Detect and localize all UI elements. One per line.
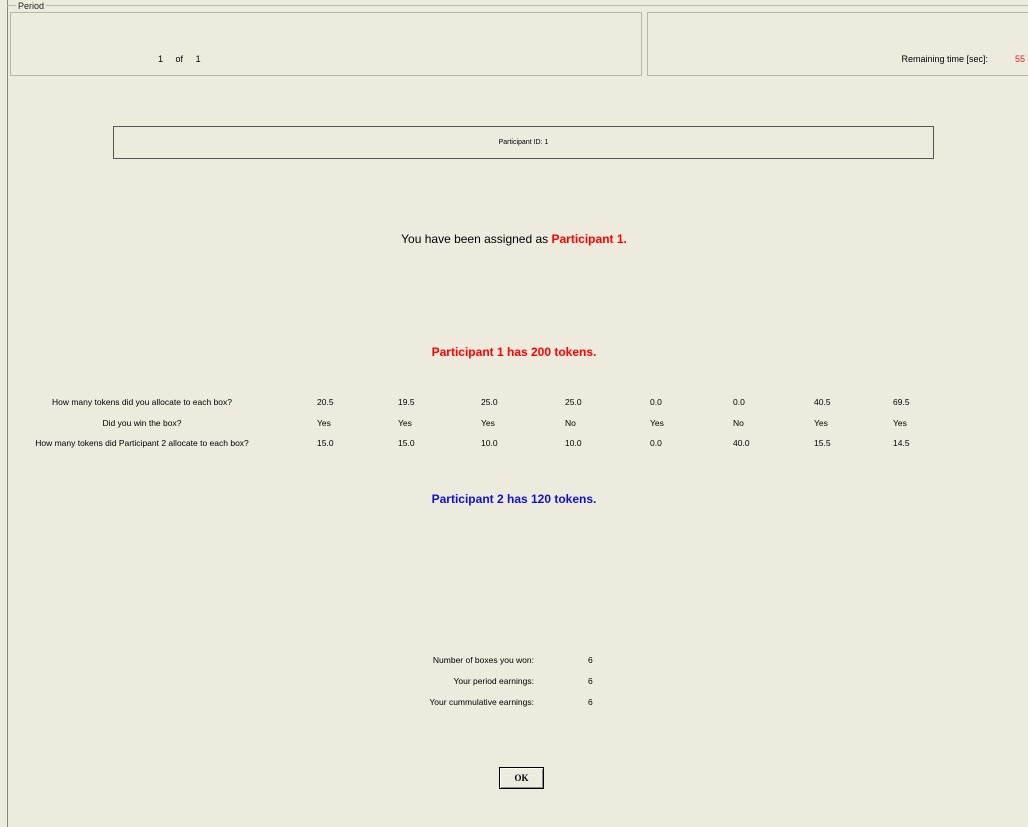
table-cell: 0.0 (650, 397, 662, 407)
table-cell: 0.0 (733, 397, 745, 407)
table-cell: Yes (814, 418, 828, 428)
table-cell: Yes (481, 418, 495, 428)
ok-button[interactable]: OK (499, 767, 544, 789)
table-cell: No (565, 418, 576, 428)
participant1-tokens: Participant 1 has 200 tokens. (431, 345, 597, 359)
window-left-border (7, 0, 8, 827)
assignment-message: You have been assigned as Participant 1. (0, 232, 1028, 246)
table-cell: No (733, 418, 744, 428)
table-row-label: How many tokens did you allocate to each… (51, 397, 233, 407)
remaining-time-label: Remaining time [sec]: (901, 54, 988, 64)
period-total: 1 (195, 54, 201, 64)
table-cell: 15.5 (814, 438, 831, 448)
table-cell: Yes (398, 418, 412, 428)
window-top-border (7, 5, 1028, 6)
table-cell: 25.0 (565, 397, 582, 407)
table-cell: Yes (893, 418, 907, 428)
summary-label: Number of boxes you won: (432, 655, 534, 665)
table-cell: 40.5 (814, 397, 831, 407)
period-of: of (175, 54, 184, 64)
table-row-label: How many tokens did Participant 2 alloca… (35, 438, 249, 448)
assignment-prefix: You have been assigned as (401, 232, 552, 246)
table-cell: 20.5 (317, 397, 334, 407)
table-cell: 10.0 (565, 438, 582, 448)
table-cell: Yes (650, 418, 664, 428)
summary-label: Your period earnings: (453, 676, 535, 686)
summary-value: 6 (588, 697, 593, 707)
table-cell: 69.5 (893, 397, 910, 407)
table-cell: 25.0 (481, 397, 498, 407)
assignment-role: Participant 1. (551, 232, 627, 246)
remaining-time-value: 55 (1014, 54, 1025, 64)
timer-panel: Remaining time [sec]: 55 (647, 12, 1028, 76)
period-legend: Period (16, 1, 47, 11)
table-row-label: Did you win the box? (102, 418, 182, 428)
period-panel: 1 of 1 (10, 12, 642, 76)
summary-value: 6 (588, 655, 593, 665)
table-cell: 15.0 (317, 438, 334, 448)
table-cell: 40.0 (733, 438, 750, 448)
table-cell: 19.5 (398, 397, 415, 407)
summary-value: 6 (588, 676, 593, 686)
participant-id-label: Participant ID: 1 (498, 139, 549, 146)
participant-id-box: Participant ID: 1 (113, 126, 934, 159)
period-counter: 1 of 1 (158, 54, 211, 64)
table-cell: 0.0 (650, 438, 662, 448)
table-cell: Yes (317, 418, 331, 428)
table-cell: 10.0 (481, 438, 498, 448)
table-cell: 15.0 (398, 438, 415, 448)
period-current: 1 (158, 54, 164, 64)
participant2-tokens: Participant 2 has 120 tokens. (431, 492, 597, 506)
table-cell: 14.5 (893, 438, 910, 448)
summary-label: Your cummulative earnings: (429, 697, 534, 707)
